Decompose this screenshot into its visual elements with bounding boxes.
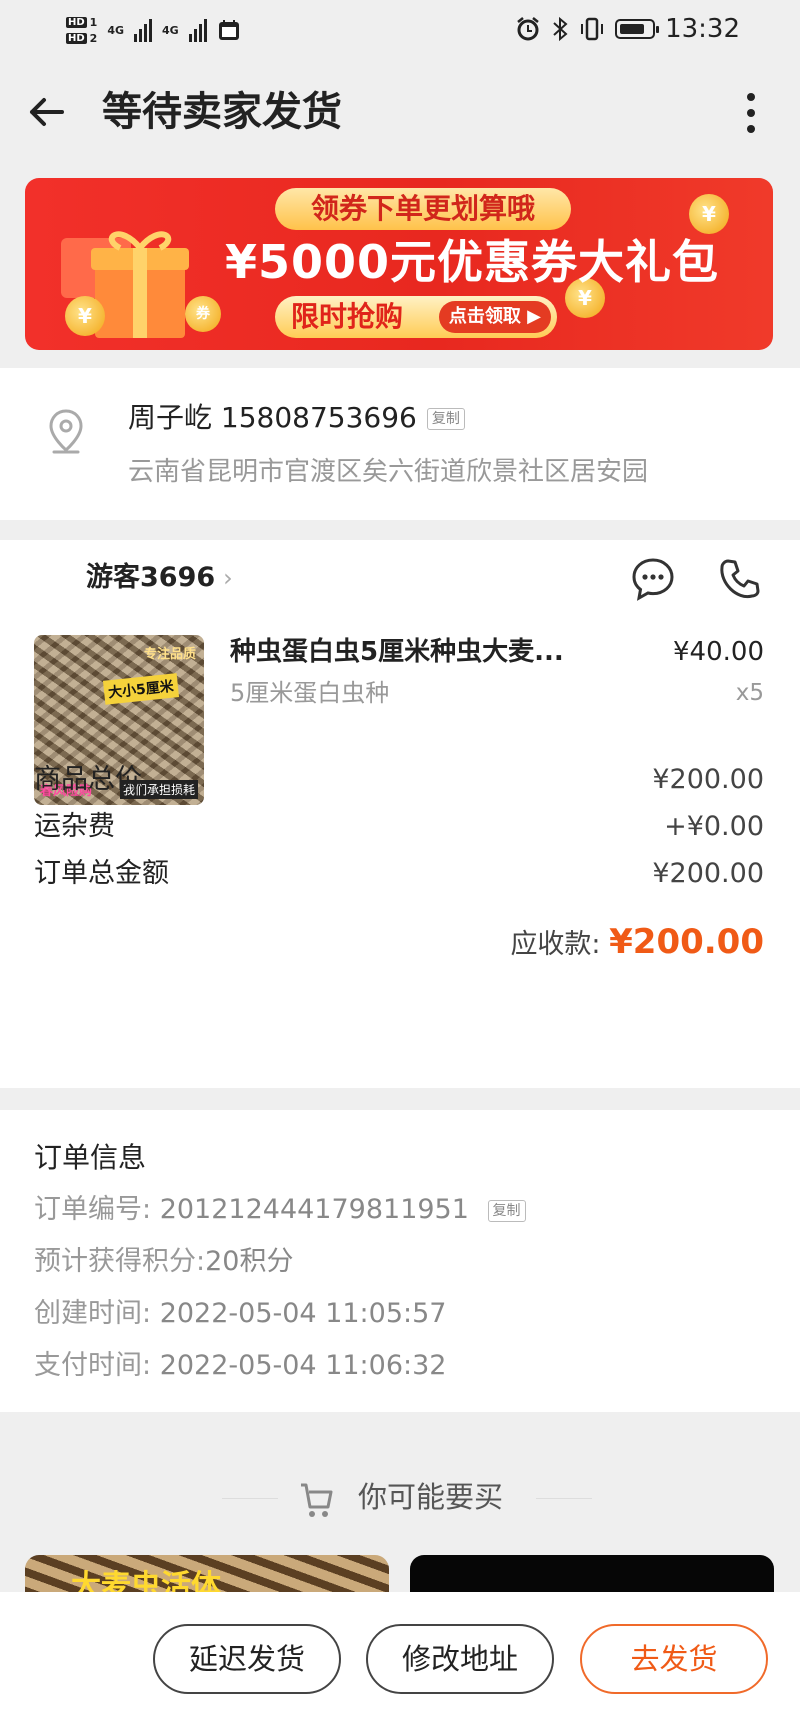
order-card: 游客3696 › 专注品质 大小5厘米 春风险购 我们承担损耗 种虫蛋白虫5厘米种… [0,540,800,1088]
summary-row-total: 订单总金额 ¥200.00 [34,852,764,896]
signal-2-icon [188,18,207,42]
summary-row-shipping: 运杂费 +¥0.00 [34,805,764,849]
amount-due-label: 应收款: [510,929,601,960]
alarm-icon [517,17,539,41]
amount-due-value: ¥200.00 [609,922,764,962]
battery-icon [615,19,660,39]
summary-value: ¥200.00 [652,764,764,795]
calendar-icon [218,20,239,40]
paid-time-label: 支付时间: [34,1350,152,1381]
product-image-label: 大小5厘米 [102,673,179,705]
created-time: 2022-05-04 11:05:57 [159,1298,447,1329]
recipient-name-phone: 周子屹 15808753696 复制 [128,398,465,438]
product-quantity: x5 [735,680,764,706]
recipient-text: 周子屹 15808753696 [128,401,417,434]
delay-shipment-button[interactable]: 延迟发货 [153,1624,341,1694]
sim1-num: 1 [89,15,98,29]
network-2-label: 4G [162,23,179,37]
more-dot-icon [747,93,755,101]
recommended-item-text: 大麦虫活体 [71,1569,221,1595]
product-title[interactable]: 种虫蛋白虫5厘米种虫大麦... [230,632,610,672]
banner-tagline: 领券下单更划算哦 [275,188,571,230]
vibrate-icon [581,17,604,41]
order-number-row: 订单编号: 201212444179811951 复制 [34,1188,526,1232]
shop-name: 游客3696 [86,562,216,593]
points-label: 预计获得积分: [34,1246,206,1277]
created-time-row: 创建时间: 2022-05-04 11:05:57 [34,1292,446,1336]
coin-icon: ¥ [65,296,105,336]
back-button[interactable] [18,84,74,140]
recommendations-title: 你可能要买 [358,1480,504,1514]
recommendations-header: 你可能要买 [0,1470,800,1530]
arrow-left-icon [30,98,64,126]
summary-row-subtotal: 商品总价 ¥200.00 [34,758,764,802]
paid-time-row: 支付时间: 2022-05-04 11:06:32 [34,1344,446,1388]
summary-label: 商品总价 [34,764,142,795]
status-right: 13:32 [515,14,740,44]
copy-phone-button[interactable]: 复制 [426,408,465,430]
recommended-item-image[interactable]: 大麦虫活体 [25,1555,389,1595]
summary-label: 订单总金额 [34,858,169,889]
banner-headline: ¥5000元优惠券大礼包 [225,235,720,289]
order-info-card: 订单信息 订单编号: 201212444179811951 复制 预计获得积分:… [0,1110,800,1412]
page-title: 等待卖家发货 [102,89,342,135]
recommended-item-image[interactable] [410,1555,774,1595]
bottom-action-bar: 延迟发货 修改地址 去发货 [0,1592,800,1733]
status-bar: HD 1 HD 2 4G 4G 13:32 [0,0,800,60]
shop-link[interactable]: 游客3696 › [86,558,233,598]
status-left: HD 1 HD 2 4G 4G [66,10,241,50]
order-info-heading: 订单信息 [34,1141,147,1174]
amount-due: 应收款: ¥200.00 [510,916,764,971]
product-spec: 5厘米蛋白虫种 [230,679,390,707]
sim2-num: 2 [89,31,98,45]
banner-cta[interactable]: 限时抢购 点击领取 ▶ [275,296,557,338]
sim2-hd: HD [66,32,87,44]
claim-button[interactable]: 点击领取 ▶ [438,301,551,333]
modify-address-button[interactable]: 修改地址 [366,1624,554,1694]
summary-value: +¥0.00 [664,811,764,842]
coupon-coin-icon: 券 [185,296,221,332]
clock: 13:32 [665,14,740,44]
created-time-label: 创建时间: [34,1298,152,1329]
shopping-cart-icon [301,1483,333,1517]
coupon-banner[interactable]: ¥ 券 ¥ ¥ 领券下单更划算哦 ¥5000元优惠券大礼包 限时抢购 点击领取 … [25,178,773,350]
divider [536,1498,592,1499]
top-navigation: 等待卖家发货 [0,60,800,166]
claim-label: 点击领取 [448,306,521,327]
points-row: 预计获得积分:20积分 [34,1240,293,1284]
chevron-right-icon: › [223,564,233,592]
ship-now-button[interactable]: 去发货 [580,1624,768,1694]
location-pin-icon [49,409,83,454]
network-1-label: 4G [107,23,125,37]
banner-cta-text: 限时抢购 [291,300,404,333]
paid-time: 2022-05-04 11:06:32 [159,1350,447,1381]
divider [222,1498,278,1499]
sim-indicators: HD 1 HD 2 [66,16,97,45]
coin-icon: ¥ [689,194,729,234]
copy-order-number-button[interactable]: 复制 [487,1199,526,1222]
bluetooth-icon [553,16,568,42]
signal-1-icon [134,18,153,42]
order-number: 201212444179811951 [159,1194,469,1225]
recipient-address: 云南省昆明市官渡区矣六街道欣景社区居安园 [128,457,649,487]
phone-call-button[interactable] [718,556,764,602]
chat-button[interactable] [630,556,676,602]
product-price: ¥40.00 [673,637,764,667]
shipping-address-card: 周子屹 15808753696 复制 云南省昆明市官渡区矣六街道欣景社区居安园 [0,368,800,520]
more-options-button[interactable] [726,84,776,142]
points-value: 20积分 [205,1246,294,1277]
sim1-hd: HD [66,16,87,28]
order-number-label: 订单编号: [34,1194,152,1225]
summary-label: 运杂费 [34,811,115,842]
summary-value: ¥200.00 [652,858,764,889]
product-image-label: 专注品质 [143,647,196,662]
